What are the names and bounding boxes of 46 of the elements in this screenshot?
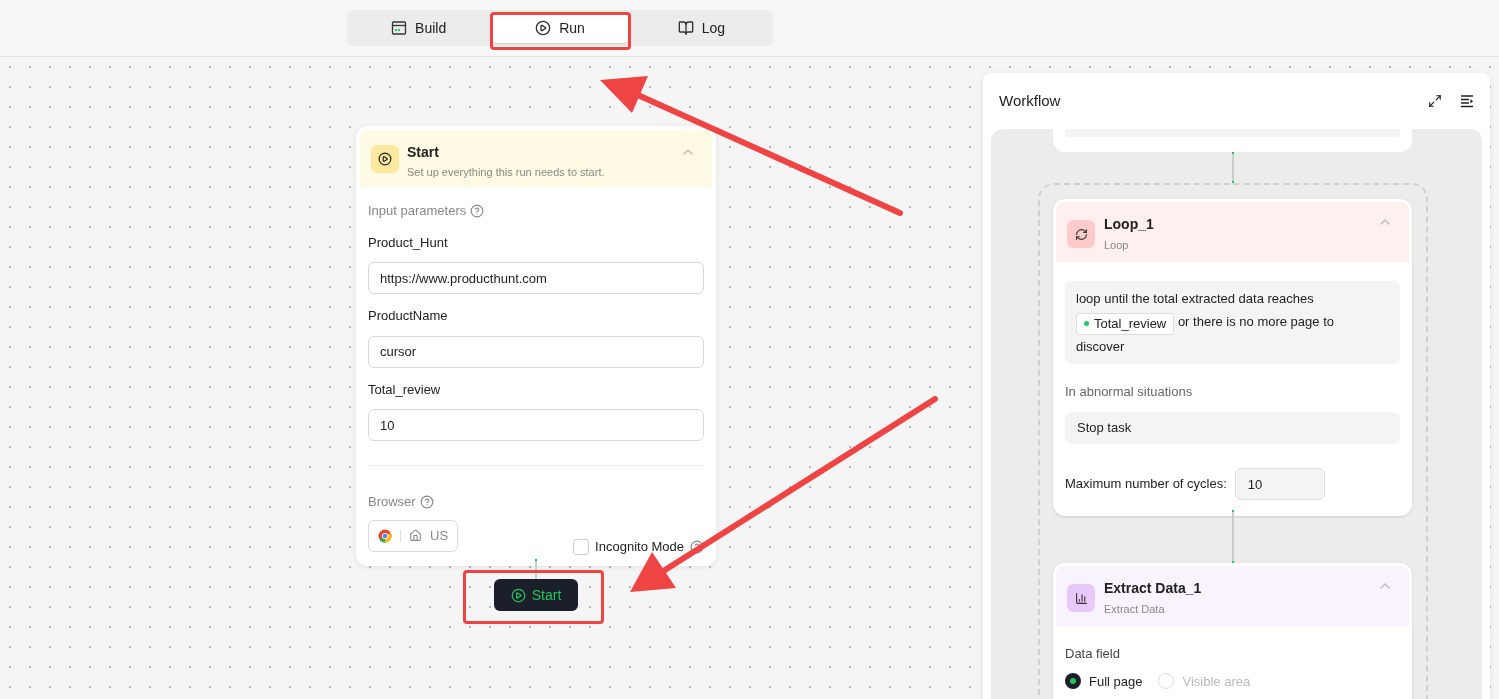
field-label: In abnormal situations [1065, 382, 1194, 401]
help-icon[interactable] [470, 203, 485, 218]
field-label: Data field [1065, 645, 1121, 663]
connector-line [1232, 152, 1234, 183]
layout-icon [391, 20, 408, 36]
node-title: Start [407, 144, 440, 160]
node-subtitle: Set up everything this run needs to start. [407, 165, 606, 180]
param-field[interactable]: cursor [368, 335, 704, 368]
browser-icon [378, 528, 392, 543]
incognito-checkbox[interactable] [573, 538, 590, 555]
expand-icon[interactable] [1428, 94, 1442, 108]
abnormal-select[interactable]: Stop task [1065, 412, 1400, 444]
help-icon[interactable] [690, 539, 704, 554]
node-title: Extract Data_1 [1104, 579, 1203, 598]
node-title: Loop_1 [1104, 215, 1155, 234]
radio-option[interactable]: Full page [1065, 671, 1143, 691]
help-icon[interactable] [419, 494, 434, 509]
play-icon [535, 20, 552, 36]
play-icon [510, 587, 526, 603]
incognito-label: Incognito Mode [595, 538, 684, 556]
param-label: ProductName [368, 307, 449, 325]
variable-tag: Total_review [1076, 312, 1175, 335]
play-icon [378, 152, 392, 166]
start-button[interactable]: Start [494, 579, 578, 611]
refresh-icon [1074, 227, 1088, 241]
book-icon [677, 20, 694, 36]
param-field[interactable]: https://www.producthunt.com [368, 262, 704, 294]
chart-icon [1074, 591, 1088, 605]
tab[interactable]: Build [350, 13, 488, 43]
node-subtitle: Loop [1104, 238, 1130, 253]
home-icon [409, 529, 422, 542]
cycles-field[interactable]: 10 [1234, 468, 1325, 500]
browser-selector[interactable]: US [368, 519, 459, 552]
loop-condition: loop until the total extracted data reaches Total_review or there is no more page to discover [1076, 290, 1335, 356]
param-label: Total_review [368, 380, 442, 399]
panel-title: Workflow [999, 90, 1062, 111]
field-label: Maximum number of cycles: [1065, 475, 1227, 494]
list-icon[interactable] [1460, 94, 1474, 108]
param-field[interactable]: 10 [368, 409, 704, 441]
tab[interactable]: Log [632, 13, 770, 43]
section-label: Input parameters [368, 202, 467, 220]
tab[interactable]: Run [491, 13, 629, 43]
param-label: Product_Hunt [368, 233, 449, 252]
connector-line [1232, 510, 1234, 563]
section-label: Browser [368, 493, 416, 511]
node-subtitle: Extract Data [1104, 602, 1166, 617]
